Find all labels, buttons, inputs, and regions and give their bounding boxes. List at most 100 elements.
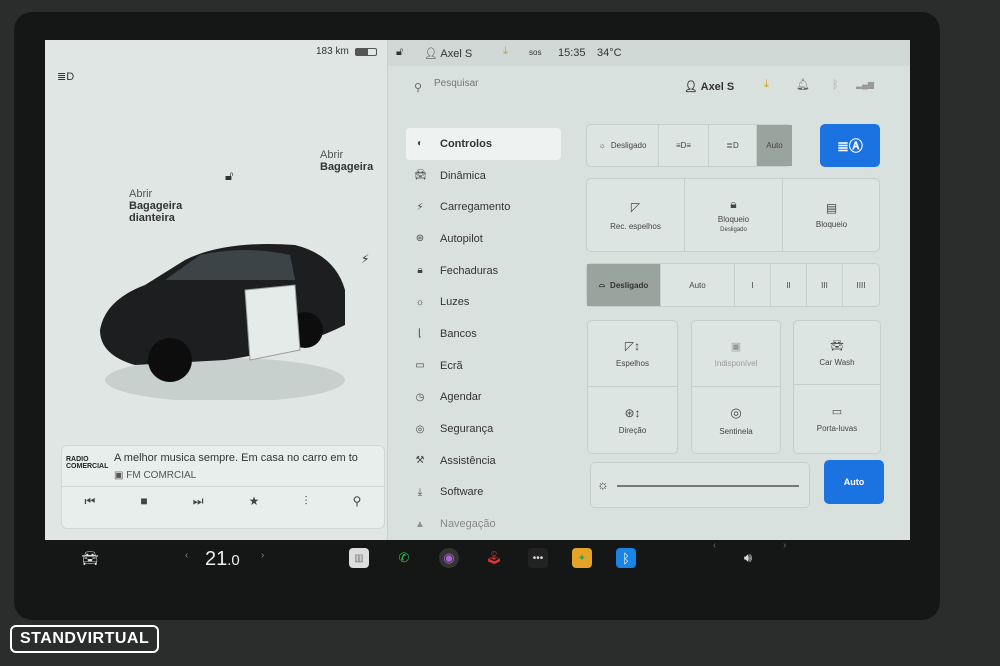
next-icon[interactable]: ⏭︎ <box>193 494 204 509</box>
wiper-option[interactable]: ⌓ Desligado <box>587 264 661 306</box>
menu-item-autopilot[interactable]: ⊛ Autopilot <box>406 223 561 255</box>
car-panel: 183 km ≣D Abrir Bagageira dianteira Abrir B… <box>45 40 388 540</box>
menu-item-fechaduras[interactable]: 🔒︎ Fechaduras <box>406 255 561 287</box>
temp-down-button[interactable]: ‹ <box>185 550 188 561</box>
volume-down-button[interactable]: ‹ <box>713 540 716 551</box>
equalizer-icon[interactable]: ⫶ <box>304 494 307 509</box>
brightness-track[interactable] <box>617 485 799 487</box>
profile-button[interactable]: 👤︎ Axel S <box>684 80 734 93</box>
fold-mirrors-button[interactable]: ◸ Rec. espelhos <box>587 179 685 251</box>
menu-item-label: Luzes <box>440 296 470 309</box>
charge-port-icon[interactable]: ⚡︎ <box>361 252 369 266</box>
open-frunk-button[interactable]: Abrir Bagageira dianteira <box>129 188 182 224</box>
menu-item-navegação[interactable]: ▲ Navegação <box>406 508 561 540</box>
dashcam-button: ▣ Indisponível <box>692 321 780 387</box>
bluetooth-icon[interactable]: ᛒ <box>832 79 839 91</box>
glovebox-icon: ▭ <box>831 406 843 418</box>
window-lock-button[interactable]: ▤ Bloqueio <box>783 179 880 251</box>
previous-icon[interactable]: ⏮︎ <box>85 494 96 509</box>
status-bar: 🔓︎ 👤︎ Axel S ⤓ sos 15:35 34°C <box>388 40 910 66</box>
menu-item-label: Software <box>440 486 484 499</box>
sun-icon: ☼ <box>415 296 425 308</box>
menu-item-luzes[interactable]: ☼ Luzes <box>406 286 561 318</box>
glovebox-button[interactable]: ▭ Porta-luvas <box>794 385 880 453</box>
brightness-slider[interactable]: ☼ <box>590 462 810 508</box>
download-icon[interactable]: ⤓ <box>764 78 769 91</box>
brightness-auto-button[interactable]: Auto <box>824 460 884 504</box>
user-status[interactable]: 👤︎ Axel S <box>424 47 472 60</box>
wiper-option[interactable]: IIII <box>843 264 879 306</box>
camera-group: ▣ Indisponível ◎ Sentinela <box>691 320 781 454</box>
notification-bell-icon[interactable]: 🔔︎ <box>796 78 810 91</box>
menu-item-assistência[interactable]: ⚒︎ Assistência <box>406 445 561 477</box>
wiper-option[interactable]: I <box>735 264 771 306</box>
wiper-option[interactable]: III <box>807 264 843 306</box>
auto-high-beam-button[interactable]: ≣Ⓐ <box>820 124 880 167</box>
mirrors-adjust-button[interactable]: ◸↕ Espelhos <box>588 321 677 387</box>
camera-icon[interactable]: ◉ <box>439 548 459 568</box>
car-wash-button[interactable]: 🚘︎ Car Wash <box>794 321 880 385</box>
shield-icon: ◎ <box>415 423 425 435</box>
bluetooth-icon[interactable]: ᛒ <box>616 548 636 568</box>
arcade-icon[interactable]: 🕹︎ <box>484 548 504 568</box>
cabin-temperature[interactable]: 21.0 <box>205 548 240 571</box>
brightness-icon: ☼ <box>597 477 609 492</box>
car-icon[interactable]: 🚘︎ <box>80 548 100 568</box>
controls-panel: 🔓︎ 👤︎ Axel S ⤓ sos 15:35 34°C ⚲ 👤︎ Axel … <box>388 40 910 540</box>
wiper-selector: ⌓ Desligado Auto I II III IIII <box>586 263 880 307</box>
menu-item-label: Fechaduras <box>440 264 499 277</box>
menu-item-segurança[interactable]: ◎ Segurança <box>406 413 561 445</box>
unlock-icon[interactable]: 🔓︎ <box>225 168 233 184</box>
parking-lights-icon: ≡D≡ <box>675 141 692 150</box>
favorite-icon[interactable]: ★ <box>249 494 260 509</box>
lock-icon: 🔒︎ <box>417 265 423 277</box>
sentry-button[interactable]: ◎ Sentinela <box>692 387 780 453</box>
screen-icon: ▭ <box>415 360 425 372</box>
search-input[interactable] <box>434 78 634 89</box>
outside-temp: 34°C <box>597 47 622 59</box>
open-trunk-button[interactable]: Abrir Bagageira <box>320 149 373 173</box>
lights-off-option[interactable]: ☼ Desligado <box>587 125 659 166</box>
clock-icon: ◷ <box>415 391 425 403</box>
mirror-icon: ◸ <box>630 199 641 214</box>
low-beam-icon: ≣D <box>726 141 739 150</box>
lights-auto-option[interactable]: Auto <box>757 125 792 166</box>
range-text: 183 km <box>316 46 349 57</box>
car-image <box>100 244 345 400</box>
menu-item-dinâmica[interactable]: 🚘︎ Dinâmica <box>406 160 561 192</box>
menu-item-label: Segurança <box>440 423 494 436</box>
volume-up-button[interactable]: › <box>783 540 786 551</box>
steering-icon: ⊛ <box>415 233 425 245</box>
menu-item-ecrã[interactable]: ▭ Ecrã <box>406 350 561 382</box>
menu-item-label: Bancos <box>440 327 477 340</box>
more-apps-icon[interactable]: ••• <box>528 548 548 568</box>
menu-item-carregamento[interactable]: ⚡︎ Carregamento <box>406 191 561 223</box>
child-lock-button[interactable]: 🔒︎ Bloqueio Desligado <box>685 179 783 251</box>
energy-app-icon[interactable]: ▥ <box>349 548 369 568</box>
settings-menu: ◐ Controlos 🚘︎ Dinâmica ⚡︎ Carregamento ⊛ Autop… <box>406 128 561 540</box>
media-player: RADIO COMERCIAL A melhor musica sempre. E… <box>61 445 385 529</box>
sos-icon[interactable]: sos <box>529 48 541 57</box>
car-icon: 🚘︎ <box>414 170 427 182</box>
headlight-status-icon: ≣D <box>57 71 75 83</box>
lock-status-icon[interactable]: 🔓︎ <box>396 46 403 59</box>
menu-item-controlos[interactable]: ◐ Controlos <box>406 128 561 160</box>
volume-icon[interactable]: 🔊︎ <box>738 548 758 568</box>
temp-up-button[interactable]: › <box>261 550 264 561</box>
search-icon[interactable]: ⚲ <box>353 494 362 509</box>
search-bar: ⚲ 👤︎ Axel S ⤓ 🔔︎ ᛒ ▂▄▆ <box>388 66 910 110</box>
toybox-icon[interactable]: ✦ <box>572 548 592 568</box>
phone-icon[interactable]: ✆ <box>394 548 414 568</box>
menu-item-label: Carregamento <box>440 201 511 214</box>
steering-adjust-button[interactable]: ⊛↕ Direção <box>588 387 677 453</box>
low-beam-option[interactable]: ≣D <box>709 125 757 166</box>
car-wash-icon: 🚘︎ <box>830 339 844 352</box>
menu-item-bancos[interactable]: ⌊ Bancos <box>406 318 561 350</box>
download-icon: ⤓ <box>503 45 508 57</box>
stop-icon[interactable]: ■ <box>140 494 147 509</box>
menu-item-software[interactable]: ⤓ Software <box>406 477 561 509</box>
parking-lights-option[interactable]: ≡D≡ <box>659 125 709 166</box>
menu-item-agendar[interactable]: ◷ Agendar <box>406 382 561 414</box>
wiper-option[interactable]: Auto <box>661 264 735 306</box>
wiper-option[interactable]: II <box>771 264 807 306</box>
